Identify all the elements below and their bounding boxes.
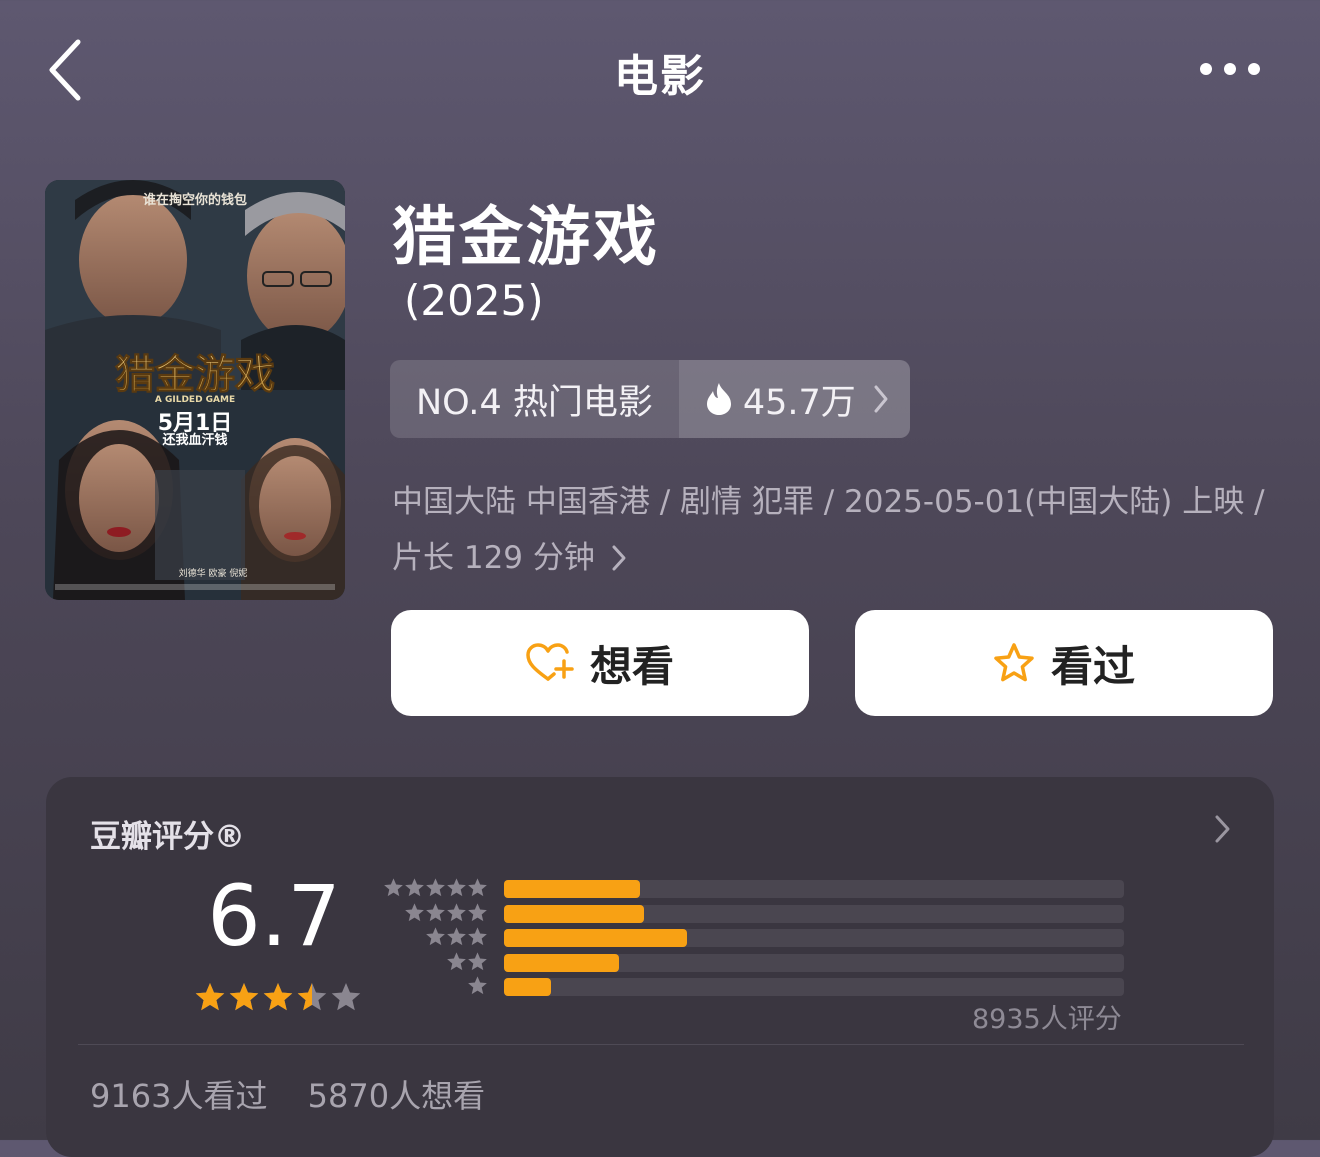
rating-title: 豆瓣评分®: [90, 819, 245, 855]
star-empty-icon: [384, 878, 403, 897]
distribution-track: [504, 929, 1124, 947]
star-empty-icon: [331, 983, 361, 1011]
star-empty-icon: [426, 927, 445, 946]
distribution-row-2-star: [382, 951, 1126, 975]
rating-stars: [194, 981, 362, 1015]
distribution-bar: [504, 904, 644, 923]
rating-count: 8935人评分: [972, 1004, 1122, 1035]
star-empty-icon: [447, 951, 466, 970]
star-empty-icon: [468, 902, 487, 921]
distribution-row-4-star: [382, 902, 1126, 926]
want-count: 5870人想看: [307, 1077, 486, 1115]
movie-poster[interactable]: 谁在掏空你的钱包 猎金游戏 A GILDED GAME 5月1日 还我血汗钱 刘…: [45, 180, 345, 600]
distribution-track: [504, 953, 1124, 972]
ellipsis-icon: [1200, 63, 1260, 75]
poster-slogan: 还我血汗钱: [161, 432, 227, 448]
rank-pill[interactable]: NO.4 热门电影 45.7万: [390, 360, 910, 438]
distribution-stars: [446, 951, 488, 975]
seen-count: 9163人看过: [90, 1077, 268, 1115]
poster-credits: 刘德华 欧豪 倪妮: [179, 567, 248, 579]
divider: [78, 1044, 1244, 1045]
star-filled-icon: [263, 983, 293, 1011]
want-button[interactable]: 想看: [391, 610, 809, 716]
distribution-bar: [504, 880, 641, 898]
star-empty-icon: [468, 878, 487, 897]
meta-text: 中国大陆 中国香港 / 剧情 犯罪 / 2025-05-01(中国大陆) 上映 …: [392, 484, 1265, 576]
seen-button[interactable]: 看过: [855, 610, 1273, 716]
star-empty-icon: [426, 902, 445, 921]
distribution-bar: [504, 953, 619, 972]
star-filled-icon: [195, 983, 225, 1011]
star-empty-icon: [447, 878, 466, 897]
movie-title: 猎金游戏: [392, 201, 660, 275]
nav-bar: 电影: [0, 0, 1320, 140]
distribution-row-5-star: [382, 877, 1126, 901]
distribution-bar: [504, 978, 551, 996]
distribution-track: [504, 880, 1124, 898]
star-empty-icon: [405, 878, 424, 897]
distribution-bar: [504, 929, 687, 947]
star-outline-icon: [994, 643, 1034, 682]
rating-card[interactable]: 豆瓣评分® 6.7 8935人评分 9163人看过 5870人想看: [46, 777, 1274, 1157]
star-empty-icon: [468, 976, 487, 995]
chevron-right-icon: [612, 545, 626, 571]
page-title: 电影: [614, 51, 706, 102]
star-filled-icon: [229, 983, 259, 1011]
seen-label: 看过: [1050, 641, 1135, 691]
rating-score: 6.7: [207, 867, 341, 965]
distribution-track: [504, 904, 1124, 923]
star-empty-icon: [468, 951, 487, 970]
heart-plus-icon: [526, 643, 574, 681]
distribution-track: [504, 978, 1124, 996]
chevron-right-icon[interactable]: [1212, 813, 1234, 845]
distribution-row-3-star: [382, 926, 1126, 950]
want-label: 想看: [589, 641, 674, 691]
heat-value: 45.7万: [742, 382, 856, 423]
poster-artwork: 谁在掏空你的钱包 猎金游戏 A GILDED GAME 5月1日 还我血汗钱 刘…: [45, 180, 345, 600]
movie-year: (2025): [404, 276, 544, 325]
distribution-stars: [404, 902, 488, 926]
star-half-icon: [297, 983, 327, 1011]
distribution-stars: [425, 926, 488, 950]
distribution-stars: [467, 975, 488, 999]
distribution-row-1-star: [382, 975, 1126, 999]
rank-label: NO.4 热门电影: [390, 360, 679, 438]
poster-title: 猎金游戏: [115, 352, 275, 398]
star-empty-icon: [468, 927, 487, 946]
star-empty-icon: [405, 902, 424, 921]
more-button[interactable]: [1196, 54, 1266, 84]
chevron-right-icon: [874, 385, 888, 413]
heat-indicator[interactable]: 45.7万: [678, 360, 910, 438]
distribution-stars: [383, 877, 488, 901]
poster-english-title: A GILDED GAME: [155, 395, 235, 405]
movie-meta[interactable]: 中国大陆 中国香港 / 剧情 犯罪 / 2025-05-01(中国大陆) 上映 …: [392, 474, 1272, 586]
star-empty-icon: [447, 927, 466, 946]
flame-icon: [706, 383, 731, 415]
star-empty-icon: [447, 902, 466, 921]
star-empty-icon: [426, 878, 445, 897]
watch-stats: 9163人看过 5870人想看: [90, 1071, 515, 1117]
poster-tagline: 谁在掏空你的钱包: [143, 192, 247, 208]
